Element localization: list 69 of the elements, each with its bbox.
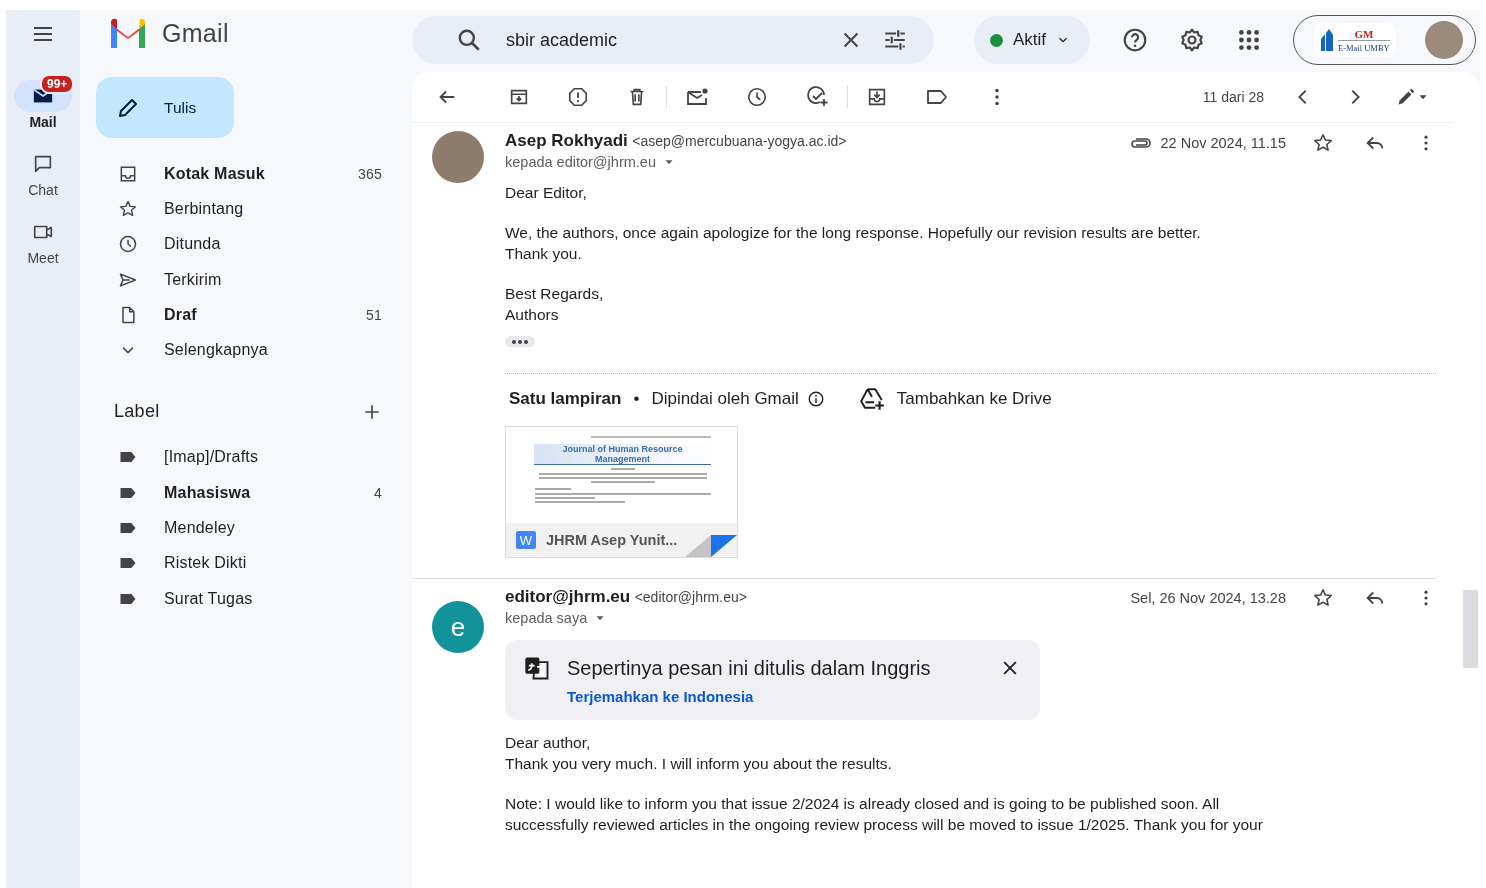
settings-icon[interactable] — [1179, 27, 1206, 53]
alert-icon[interactable] — [567, 86, 589, 108]
sender-avatar: e — [432, 601, 484, 653]
move-to-inbox-icon[interactable] — [866, 86, 888, 108]
drive-add-icon — [858, 386, 885, 412]
word-file-icon: W — [516, 531, 536, 549]
gmail-logo-icon — [108, 18, 148, 48]
unread-badge: 99+ — [40, 74, 75, 94]
add-to-drive-button[interactable]: Tambahkan ke Drive — [858, 386, 1052, 412]
scrollbar[interactable] — [1463, 590, 1478, 668]
folder-item[interactable]: Draf 51 — [96, 297, 382, 333]
translate-link[interactable]: Terjemahkan ke Indonesia — [567, 688, 754, 705]
recipient-label: kepada editor@jhrm.eu — [505, 154, 656, 170]
rail-label: Chat — [28, 182, 58, 198]
sender-name: editor@jhrm.eu — [505, 587, 631, 606]
attachment-name: JHRM Asep Yunit... — [546, 532, 678, 548]
folder-item[interactable]: Kotak Masuk 365 — [96, 156, 382, 192]
compose-button[interactable]: Tulis — [96, 77, 234, 138]
message-paragraph: We, the authors, once again apologize for the long response. Hopefully our revision results are better. Thank you. — [505, 223, 1202, 264]
message-date: 22 Nov 2024, 11.15 — [1160, 135, 1286, 151]
message-paragraph: Dear Editor, — [505, 183, 588, 203]
pencil-icon — [1396, 87, 1416, 107]
translation-message: Sepertinya pesan ini ditulis dalam Inggris — [567, 656, 932, 680]
folder-item[interactable]: Selengkapnya — [96, 332, 382, 368]
label-item[interactable]: Mahasiswa 4 — [96, 475, 382, 511]
attachment-card[interactable]: Journal of Human Resource Management W JHRM Asep Yunit... — [505, 426, 738, 558]
label-item[interactable]: Surat Tugas — [96, 580, 382, 617]
star-icon[interactable] — [1312, 132, 1334, 154]
clock-icon[interactable] — [746, 86, 768, 108]
folder-item[interactable]: Terkirim — [96, 261, 382, 298]
label-item[interactable]: [Imap]/Drafts — [96, 439, 382, 476]
sender-email: <editor@jhrm.eu> — [634, 589, 747, 605]
avatar-photo-placeholder — [1425, 21, 1463, 59]
filter-icon[interactable] — [882, 27, 908, 53]
folder-item[interactable]: Ditunda — [96, 226, 382, 262]
message-position: 11 dari 28 — [1202, 89, 1264, 105]
rail-label: Meet — [27, 250, 59, 266]
star-icon[interactable] — [1312, 587, 1334, 609]
attachment-title: Satu lampiran — [509, 389, 622, 409]
organization-logo: GM E-Mail UMBY — [1314, 23, 1396, 57]
section-title: Label — [114, 401, 160, 423]
chat-icon — [32, 153, 54, 175]
sender-name: Asep Rokhyadi — [505, 131, 628, 150]
message-paragraph: Best Regards, Authors — [505, 284, 605, 325]
message-paragraph: Note: I would like to inform you that issue 2/2024 is already closed and is going to be published soon. All successfully reviewed articles in the ongoing review process will be moved to issue 1/2025. Thank you for your — [505, 794, 1264, 835]
scan-note: Dipindai oleh Gmail — [651, 389, 799, 409]
folded-corner-icon — [685, 535, 737, 557]
message-paragraph: Dear author, Thank you very much. I will inform you about the results. — [505, 733, 893, 774]
recipient-label: kepada saya — [505, 610, 588, 626]
message-date: Sel, 26 Nov 2024, 13.28 — [1130, 590, 1286, 606]
label-item[interactable]: Ristek Dikti — [96, 545, 382, 581]
clock-icon — [118, 234, 138, 255]
search-icon[interactable] — [456, 27, 482, 53]
rail-label: Mail — [29, 114, 57, 130]
search-field[interactable]: sbir academic — [504, 28, 820, 52]
help-icon[interactable] — [1122, 27, 1149, 53]
star-icon — [118, 198, 138, 219]
task-add-icon[interactable] — [805, 85, 829, 109]
label-item[interactable]: Mendeley — [96, 510, 382, 546]
info-icon[interactable] — [806, 390, 825, 408]
account-button[interactable]: GM E-Mail UMBY — [1293, 15, 1476, 65]
document-title: Journal of Human Resource Management — [534, 444, 711, 465]
separator-dot: • — [633, 389, 640, 409]
sender-email: <asep@mercubuana-yogya.ac.id> — [632, 133, 847, 149]
show-trimmed-button[interactable] — [505, 336, 535, 347]
status-button[interactable]: Aktif — [974, 16, 1091, 64]
folder-item[interactable]: Berbintang — [96, 191, 382, 227]
search-bar[interactable]: sbir academic — [412, 16, 934, 64]
app-title: Gmail — [162, 18, 229, 48]
